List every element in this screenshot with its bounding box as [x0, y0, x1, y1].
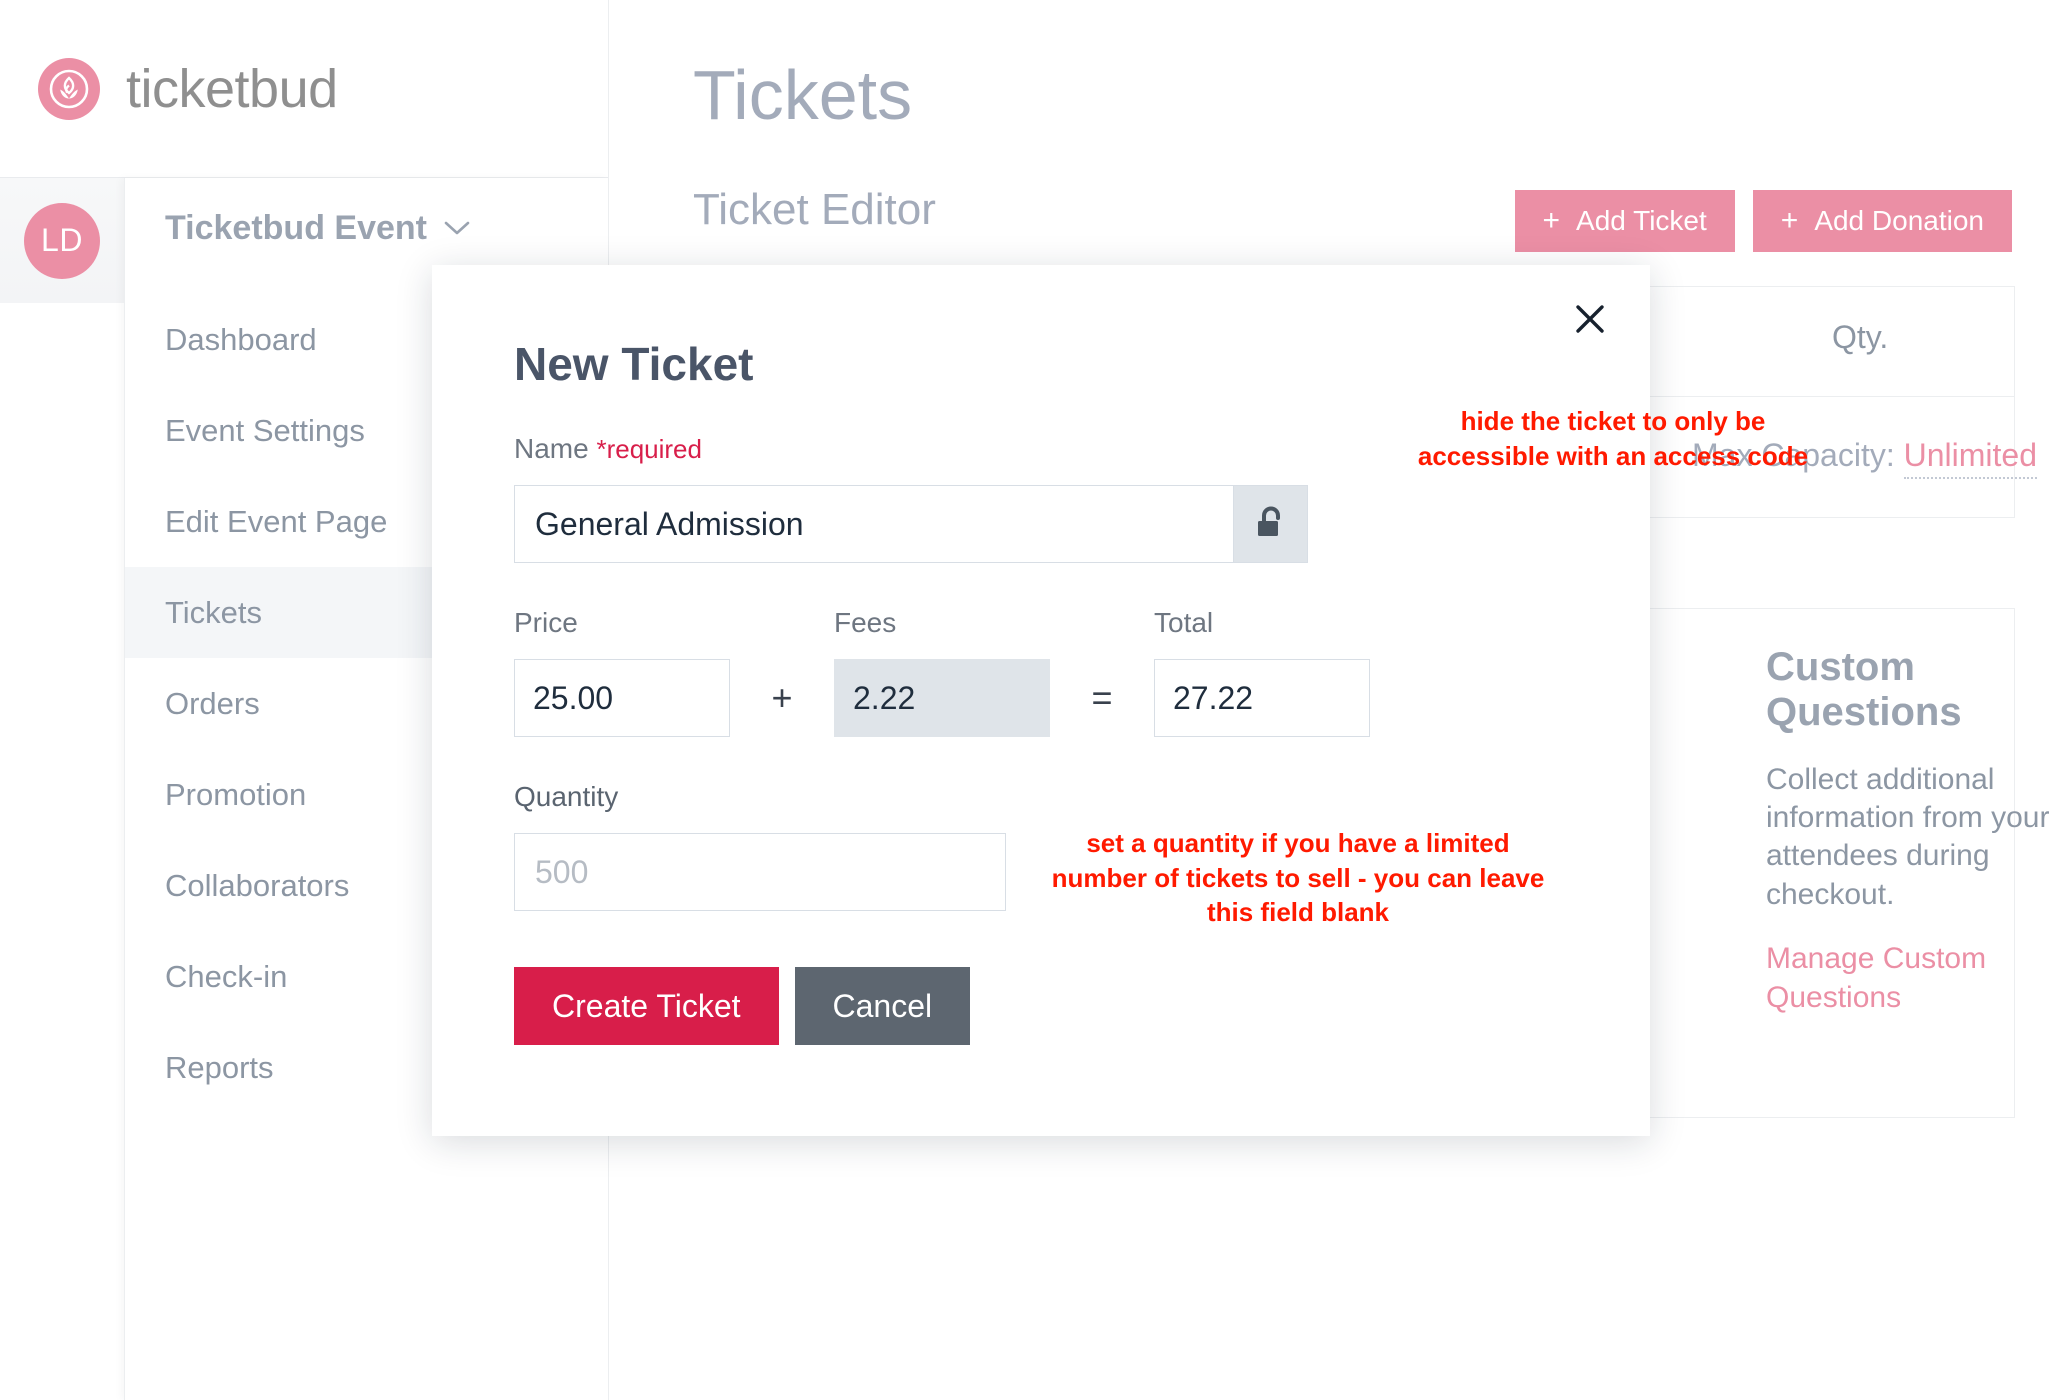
unlocked-padlock-icon[interactable] — [1234, 485, 1308, 563]
header-actions: + Add Ticket + Add Donation — [1515, 190, 2012, 252]
page-title: Tickets — [693, 60, 912, 130]
max-capacity-label: Max Capacity: — [1692, 437, 1895, 473]
avatar[interactable]: LD — [24, 203, 100, 279]
add-ticket-label: Add Ticket — [1576, 205, 1707, 237]
add-donation-button[interactable]: + Add Donation — [1753, 190, 2012, 252]
manage-custom-questions-link[interactable]: Manage Custom Questions — [1766, 940, 2056, 1017]
page-header: Tickets Ticket Editor + Add Ticket + Add… — [609, 0, 2056, 295]
modal-actions: Create Ticket Cancel — [514, 967, 1568, 1045]
plus-icon: + — [1781, 206, 1799, 236]
event-switcher[interactable]: Ticketbud Event — [125, 178, 608, 278]
modal-title: New Ticket — [514, 341, 1568, 387]
ticket-name-input[interactable] — [514, 485, 1234, 563]
sidebar-item-label: Edit Event Page — [165, 504, 387, 540]
cancel-button[interactable]: Cancel — [795, 967, 971, 1045]
page-subtitle: Ticket Editor — [693, 188, 936, 232]
max-capacity-row: Max Capacity: Unlimited — [1692, 437, 2037, 474]
logo-bar: ticketbud — [0, 0, 608, 178]
equals-operator: = — [1050, 659, 1154, 737]
sidebar-item-label: Check-in — [165, 959, 287, 995]
custom-questions-inner: Custom Questions Collect additional info… — [1766, 645, 2056, 1017]
modal-body: New Ticket Name *required Price — [432, 265, 1650, 1045]
app-root: ticketbud LD Ticketbud Event Dashboard E… — [0, 0, 2056, 1400]
close-icon[interactable] — [1562, 291, 1618, 347]
quantity-label: Quantity — [514, 783, 1568, 811]
create-ticket-button[interactable]: Create Ticket — [514, 967, 779, 1045]
new-ticket-modal: New Ticket Name *required Price — [432, 265, 1650, 1136]
total-label: Total — [1154, 609, 1370, 637]
total-group: Total — [1154, 609, 1370, 737]
price-input[interactable] — [514, 659, 730, 737]
add-donation-label: Add Donation — [1814, 205, 1984, 237]
required-marker: *required — [596, 434, 702, 464]
total-input[interactable] — [1154, 659, 1370, 737]
fees-label: Fees — [834, 609, 1050, 637]
plus-icon: + — [1543, 206, 1561, 236]
add-ticket-button[interactable]: + Add Ticket — [1515, 190, 1735, 252]
sidebar-item-label: Tickets — [165, 595, 262, 631]
avatar-column: LD — [0, 178, 124, 303]
price-fees-total-row: Price + Fees = Total — [514, 609, 1568, 737]
sidebar-item-label: Event Settings — [165, 413, 365, 449]
price-label: Price — [514, 609, 730, 637]
custom-questions-title: Custom Questions — [1766, 645, 2056, 735]
sidebar-item-label: Orders — [165, 686, 260, 722]
rose-logo-icon — [38, 58, 100, 120]
fees-group: Fees — [834, 609, 1050, 737]
plus-operator: + — [730, 659, 834, 737]
name-field-row — [514, 485, 1308, 563]
name-label-text: Name — [514, 433, 596, 464]
price-group: Price — [514, 609, 730, 737]
sidebar-item-label: Promotion — [165, 777, 306, 813]
quantity-input[interactable] — [514, 833, 1006, 911]
sidebar-item-label: Reports — [165, 1050, 274, 1086]
sidebar-item-label: Dashboard — [165, 322, 317, 358]
chevron-down-icon — [443, 219, 471, 237]
fees-input — [834, 659, 1050, 737]
max-capacity-value[interactable]: Unlimited — [1904, 437, 2037, 479]
name-field-label: Name *required — [514, 435, 1568, 463]
column-header-qty: Qty. — [1832, 319, 1888, 356]
custom-questions-body: Collect additional information from your… — [1766, 761, 2056, 915]
sidebar-item-label: Collaborators — [165, 868, 349, 904]
event-switcher-label: Ticketbud Event — [165, 209, 427, 248]
brand-name: ticketbud — [126, 62, 338, 116]
